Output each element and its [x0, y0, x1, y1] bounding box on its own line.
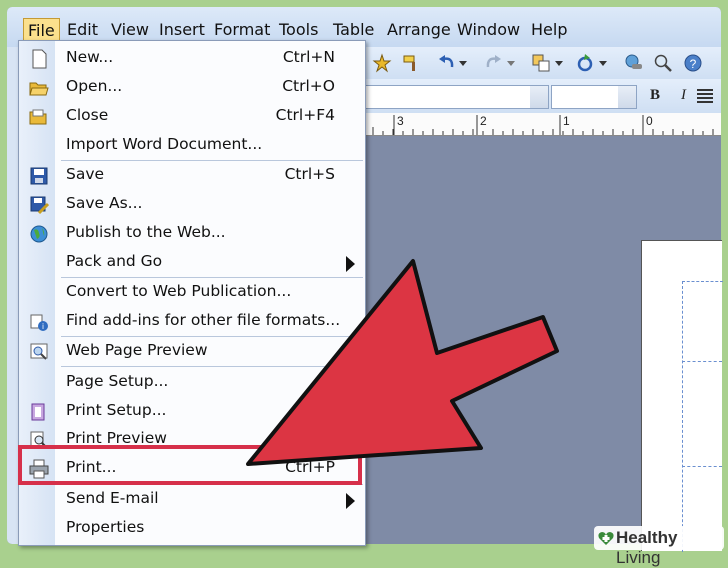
font-size-dropdown-icon[interactable]: [618, 86, 636, 108]
menu-window[interactable]: Window: [453, 17, 524, 43]
ruler-label: 3: [397, 114, 404, 128]
horizontal-ruler: 3 2 1 0: [363, 113, 721, 136]
menu-item-new[interactable]: New... Ctrl+N: [19, 45, 365, 73]
menu-item-shortcut: Ctrl+N: [282, 48, 335, 66]
rotate-dropdown-icon[interactable]: [599, 61, 607, 66]
menu-item-label: Page Setup...: [66, 372, 169, 390]
menu-item-label: New...: [66, 48, 114, 66]
bring-forward-icon[interactable]: [531, 53, 551, 73]
ruler-label: 2: [480, 114, 487, 128]
menu-help[interactable]: Help: [527, 17, 571, 43]
rotate-icon[interactable]: [575, 53, 595, 73]
arrange-dropdown-icon[interactable]: [555, 61, 563, 66]
font-name-combobox[interactable]: [363, 85, 549, 109]
menu-item-label: Send E-mail: [66, 489, 159, 507]
insert-clipart-icon[interactable]: [372, 53, 392, 73]
menu-item-shortcut: Ctrl+O: [282, 77, 335, 95]
menu-item-publish-web[interactable]: Publish to the Web...: [19, 220, 365, 248]
menu-item-label: Import Word Document...: [66, 135, 263, 153]
font-size-combobox[interactable]: [551, 85, 637, 109]
italic-icon[interactable]: I: [681, 87, 686, 104]
menu-item-shortcut: Ctrl+S: [284, 165, 335, 183]
add-ins-icon: i: [30, 314, 48, 331]
undo-dropdown-icon[interactable]: [459, 61, 467, 66]
bold-icon[interactable]: B: [650, 87, 660, 104]
undo-icon[interactable]: [437, 53, 457, 73]
layout-guide: [682, 361, 722, 362]
menu-item-send-email[interactable]: Send E-mail: [19, 486, 365, 514]
web-preview-icon: [30, 343, 48, 360]
menu-arrange[interactable]: Arrange: [383, 17, 455, 43]
watermark-brand: Healthy: [616, 528, 678, 547]
svg-text:?: ?: [690, 57, 697, 71]
menu-separator: [61, 160, 363, 161]
zoom-icon[interactable]: [653, 53, 673, 73]
layout-guide: [682, 466, 722, 467]
save-icon: [30, 167, 48, 185]
hyperlink-icon[interactable]: [624, 53, 644, 73]
globe-icon: [30, 225, 48, 243]
ruler-ticks: [372, 115, 714, 135]
redo-icon[interactable]: [483, 53, 503, 73]
open-folder-icon: [29, 82, 49, 96]
menu-item-label: Web Page Preview: [66, 341, 208, 359]
watermark-badge: Healthy Living: [594, 526, 724, 567]
menu-item-save[interactable]: Save Ctrl+S: [19, 162, 365, 190]
menu-item-label: Save As...: [66, 194, 143, 212]
print-setup-icon: [31, 403, 45, 421]
watermark-text: Healthy Living: [616, 528, 724, 568]
font-name-dropdown-icon[interactable]: [530, 86, 548, 108]
submenu-arrow-icon: [346, 493, 355, 509]
align-left-icon[interactable]: [697, 89, 713, 103]
help-icon[interactable]: ?: [683, 53, 703, 73]
ruler-label: 1: [563, 114, 570, 128]
close-folder-icon: [29, 109, 47, 125]
ruler-label: 0: [646, 114, 653, 128]
healthy-living-logo-icon: [598, 532, 614, 545]
menu-item-label: Pack and Go: [66, 252, 163, 270]
menu-item-label: Close: [66, 106, 109, 124]
menu-item-label: Print Setup...: [66, 401, 167, 419]
menu-item-open[interactable]: Open... Ctrl+O: [19, 74, 365, 102]
menu-item-label: Open...: [66, 77, 123, 95]
page-margin-guide: [682, 281, 723, 552]
save-as-icon: [30, 196, 49, 215]
format-painter-icon[interactable]: [401, 53, 421, 73]
publication-page[interactable]: [641, 240, 723, 552]
redo-dropdown-icon[interactable]: [507, 61, 515, 66]
menu-item-import-word[interactable]: Import Word Document...: [19, 132, 365, 160]
menu-item-label: Save: [66, 165, 105, 183]
menu-item-label: Properties: [66, 518, 145, 536]
menu-item-shortcut: Ctrl+F4: [275, 106, 335, 124]
menu-item-close[interactable]: Close Ctrl+F4: [19, 103, 365, 131]
menu-item-label: Publish to the Web...: [66, 223, 226, 241]
menu-item-save-as[interactable]: Save As...: [19, 191, 365, 219]
new-document-icon: [32, 49, 47, 69]
annotation-arrow-icon: [246, 259, 559, 466]
menu-item-properties[interactable]: Properties: [19, 515, 365, 543]
svg-text:i: i: [42, 322, 44, 331]
